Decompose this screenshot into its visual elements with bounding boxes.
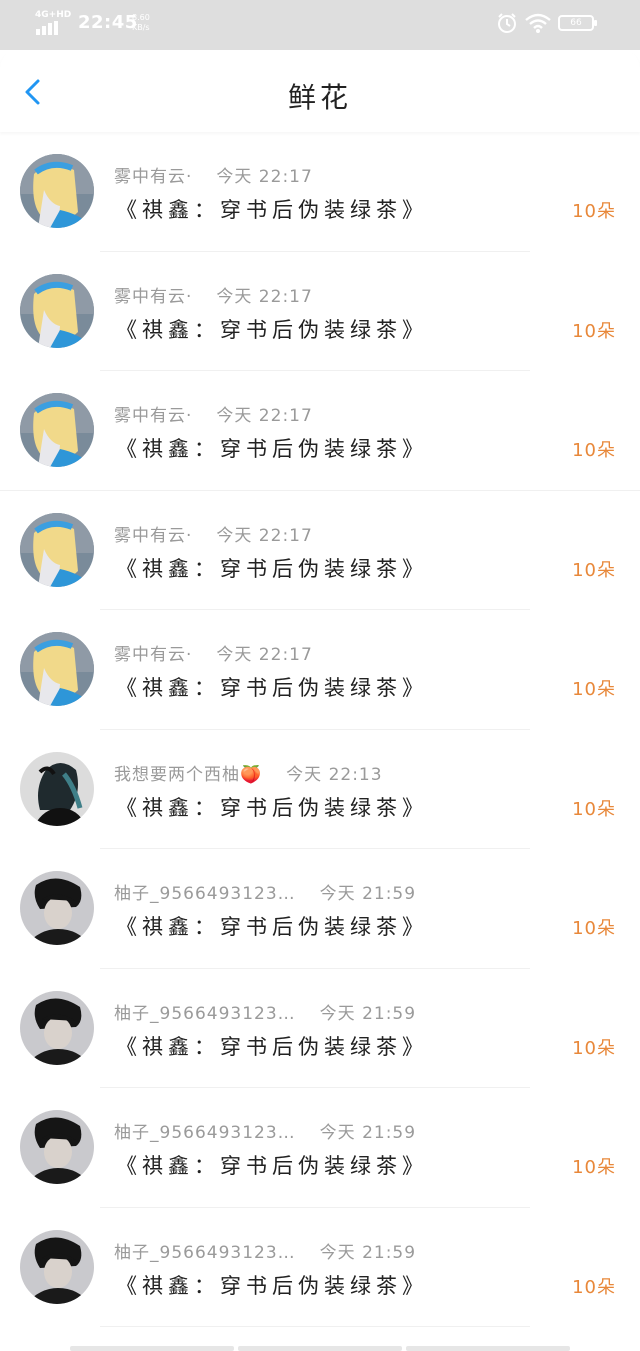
book-title: 《祺鑫：穿书后伪装绿茶》 (116, 317, 428, 342)
book-title: 《祺鑫：穿书后伪装绿茶》 (116, 198, 428, 222)
book-title: 《祺鑫：穿书后伪装绿茶》 (116, 556, 428, 581)
battery-icon: 66 (558, 12, 598, 34)
flower-amount: 10朵 (572, 1276, 616, 1298)
timestamp: 今天 22:13 (286, 764, 383, 785)
network-speed-unit: KB/s (132, 23, 150, 32)
flower-amount: 10朵 (572, 559, 616, 581)
book-title: 《祺鑫：穿书后伪装绿茶》 (116, 795, 428, 820)
flower-amount: 10朵 (572, 918, 616, 939)
row-meta: 雾中有云· 今天 22:17 (114, 640, 313, 665)
avatar-boy[interactable] (20, 1110, 94, 1184)
timestamp: 今天 22:17 (216, 406, 313, 426)
username: 雾中有云· (114, 645, 193, 665)
list-item-8[interactable]: 柚子_9566493123… 今天 21:59 《祺鑫：穿书后伪装绿茶》 10朵 (0, 969, 640, 1088)
avatar-blonde[interactable] (20, 154, 94, 228)
avatar-boy[interactable] (20, 990, 94, 1065)
list-item-5[interactable]: 雾中有云· 今天 22:17 《祺鑫：穿书后伪装绿茶》 10朵 (0, 610, 640, 730)
wifi-icon (525, 13, 551, 33)
flower-amount: 10朵 (572, 679, 616, 700)
username: 柚子_9566493123… (114, 1003, 296, 1024)
username: 我想要两个西柚🍑 (114, 764, 263, 785)
flower-amount: 10朵 (572, 1037, 616, 1059)
list-item-1[interactable]: 雾中有云· 今天 22:17 《祺鑫：穿书后伪装绿茶》 10朵 (0, 132, 640, 252)
list-item-10[interactable]: 柚子_9566493123… 今天 21:59 《祺鑫：穿书后伪装绿茶》 10朵 (0, 1208, 640, 1327)
row-meta: 雾中有云· 今天 22:17 (114, 282, 313, 307)
list-item-4[interactable]: 雾中有云· 今天 22:17 《祺鑫：穿书后伪装绿茶》 10朵 (0, 491, 640, 610)
username: 雾中有云· (114, 406, 193, 426)
book-title: 《祺鑫：穿书后伪装绿茶》 (116, 1154, 428, 1178)
username: 柚子_9566493123… (114, 1123, 296, 1143)
flower-amount: 10朵 (572, 201, 616, 222)
status-bar: 4G+HD 22:45 8.60 KB/s 66 (0, 0, 640, 50)
list-item-3[interactable]: 雾中有云· 今天 22:17 《祺鑫：穿书后伪装绿茶》 10朵 (0, 371, 640, 491)
username: 柚子_9566493123… (114, 884, 296, 904)
list-item-7[interactable]: 柚子_9566493123… 今天 21:59 《祺鑫：穿书后伪装绿茶》 10朵 (0, 849, 640, 969)
row-meta: 雾中有云· 今天 22:17 (114, 162, 313, 187)
flower-amount: 10朵 (572, 440, 616, 461)
username: 雾中有云· (114, 286, 193, 307)
avatar-boy[interactable] (20, 871, 94, 945)
network-speed-value: 8.60 (132, 13, 150, 22)
list-item-9[interactable]: 柚子_9566493123… 今天 21:59 《祺鑫：穿书后伪装绿茶》 10朵 (0, 1088, 640, 1208)
row-meta: 雾中有云· 今天 22:17 (114, 521, 313, 546)
avatar-blonde[interactable] (20, 273, 94, 348)
timestamp: 今天 21:59 (319, 1242, 417, 1263)
timestamp: 今天 22:17 (216, 167, 313, 187)
page-title: 鲜花 (287, 81, 352, 114)
cellular-signal-icon: 4G+HD (34, 10, 72, 35)
row-meta: 柚子_9566493123… 今天 21:59 (114, 1118, 416, 1143)
book-title: 《祺鑫：穿书后伪装绿茶》 (116, 915, 428, 939)
network-type: 4G+HD (35, 10, 72, 20)
timestamp: 今天 21:59 (319, 884, 417, 904)
book-title: 《祺鑫：穿书后伪装绿茶》 (116, 1273, 428, 1298)
flower-amount: 10朵 (572, 1157, 616, 1178)
username: 柚子_9566493123… (114, 1242, 296, 1263)
timestamp: 今天 22:17 (216, 525, 313, 546)
book-title: 《祺鑫：穿书后伪装绿茶》 (116, 676, 428, 700)
row-meta: 雾中有云· 今天 22:17 (114, 401, 313, 426)
timestamp: 今天 21:59 (319, 1123, 417, 1143)
avatar-blonde[interactable] (20, 512, 94, 587)
flower-amount: 10朵 (572, 320, 616, 342)
status-time: 22:45 (78, 12, 138, 33)
username: 雾中有云· (114, 525, 193, 546)
username: 雾中有云· (114, 167, 193, 187)
row-meta: 柚子_9566493123… 今天 21:59 (114, 879, 416, 904)
list-item-2[interactable]: 雾中有云· 今天 22:17 《祺鑫：穿书后伪装绿茶》 10朵 (0, 252, 640, 371)
row-meta: 我想要两个西柚🍑 今天 22:13 (114, 760, 383, 785)
battery-level: 66 (558, 15, 597, 31)
list-item-6[interactable]: 我想要两个西柚🍑 今天 22:13 《祺鑫：穿书后伪装绿茶》 10朵 (0, 730, 640, 849)
flower-amount: 10朵 (572, 798, 616, 820)
alarm-icon (498, 13, 516, 33)
timestamp: 今天 22:17 (216, 645, 313, 665)
timestamp: 今天 21:59 (319, 1003, 417, 1024)
flower-list: 雾中有云· 今天 22:17 《祺鑫：穿书后伪装绿茶》 10朵 雾中有云· 今天 2… (0, 132, 640, 1327)
avatar-blonde[interactable] (20, 393, 94, 467)
book-title: 《祺鑫：穿书后伪装绿茶》 (116, 437, 428, 461)
avatar-blonde[interactable] (20, 632, 94, 706)
row-meta: 柚子_9566493123… 今天 21:59 (114, 1238, 416, 1263)
avatar-dark-hair[interactable] (20, 751, 94, 826)
timestamp: 今天 22:17 (216, 286, 313, 307)
avatar-boy[interactable] (20, 1229, 94, 1304)
divider (100, 1326, 530, 1327)
navigation-bar: 鲜花 (0, 50, 640, 132)
next-row-peek (70, 1346, 570, 1351)
row-meta: 柚子_9566493123… 今天 21:59 (114, 999, 416, 1024)
book-title: 《祺鑫：穿书后伪装绿茶》 (116, 1034, 428, 1059)
network-speed: 8.60 KB/s (132, 13, 150, 33)
